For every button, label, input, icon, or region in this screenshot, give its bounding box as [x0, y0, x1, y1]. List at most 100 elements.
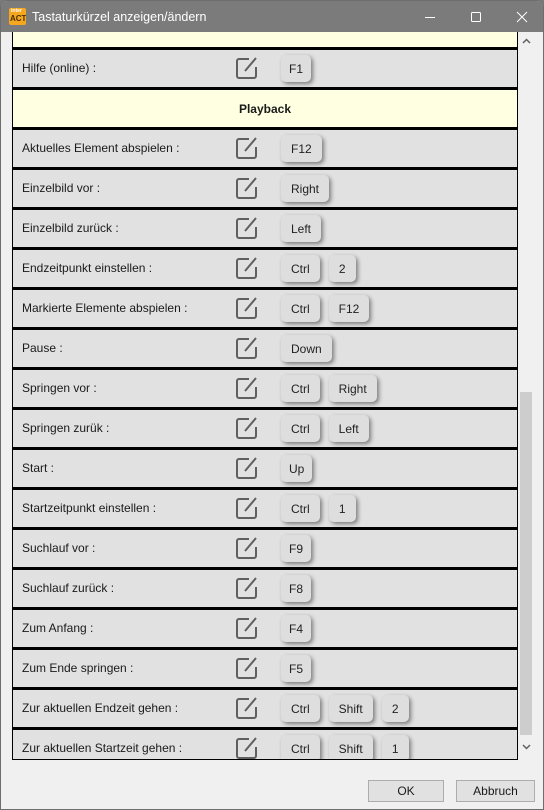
- scroll-up-button[interactable]: [518, 38, 535, 52]
- chevron-up-icon: [522, 38, 531, 44]
- key-combo: F8: [281, 575, 312, 602]
- shortcut-label: Zum Ende springen :: [22, 661, 134, 675]
- edit-icon[interactable]: [235, 536, 259, 560]
- shortcut-row: Zum Anfang : F4: [13, 610, 517, 650]
- shortcut-label: Hilfe (online) :: [22, 61, 97, 75]
- key-combo: F9: [281, 535, 312, 562]
- key-combo: F4: [281, 615, 312, 642]
- key-cap: Shift: [328, 695, 373, 722]
- close-icon: [516, 11, 528, 22]
- key-cap: Left: [328, 415, 369, 442]
- minimize-icon: [425, 16, 435, 18]
- key-cap: Ctrl: [281, 375, 320, 402]
- key-cap: F12: [281, 135, 322, 162]
- shortcut-row: Markierte Elemente abspielen : Ctrl F12: [13, 290, 517, 330]
- key-combo: Ctrl F12: [281, 295, 370, 322]
- key-combo: Ctrl Left: [281, 415, 369, 442]
- shortcut-row: Endzeitpunkt einstellen : Ctrl 2: [13, 250, 517, 290]
- shortcut-list[interactable]: Hilfe (online) : F1 Playback Aktuelles El…: [12, 32, 518, 760]
- window-title: Tastaturkürzel anzeigen/ändern: [32, 9, 207, 24]
- shortcut-label: Zur aktuellen Endzeit gehen :: [22, 701, 179, 715]
- edit-icon[interactable]: [235, 136, 259, 160]
- scroll-down-button[interactable]: [518, 744, 535, 758]
- shortcut-row: Start : Up: [13, 450, 517, 490]
- edit-icon[interactable]: [235, 496, 259, 520]
- key-cap: Up: [281, 455, 313, 482]
- cancel-button[interactable]: Abbruch: [456, 780, 535, 802]
- key-cap: Down: [281, 335, 332, 362]
- chevron-down-icon: [522, 744, 531, 750]
- key-cap: 1: [328, 495, 356, 522]
- app-icon: inter ACT: [9, 8, 26, 25]
- shortcut-row: Einzelbild zurück : Left: [13, 210, 517, 250]
- key-cap: Ctrl: [281, 695, 320, 722]
- shortcut-label: Startzeitpunkt einstellen :: [22, 501, 157, 515]
- shortcut-row: Zur aktuellen Startzeit gehen : Ctrl Shift…: [13, 730, 517, 760]
- shortcut-row: Suchlauf zurück : F8: [13, 570, 517, 610]
- vertical-scrollbar[interactable]: [518, 32, 535, 760]
- dialog-window: inter ACT Tastaturkürzel anzeigen/ändern…: [0, 0, 544, 810]
- shortcut-label: Markierte Elemente abspielen :: [22, 301, 188, 315]
- edit-icon[interactable]: [235, 416, 259, 440]
- key-cap: 2: [328, 255, 356, 282]
- shortcut-label: Start :: [22, 461, 55, 475]
- key-cap: F1: [281, 55, 312, 82]
- key-combo: Left: [281, 215, 322, 242]
- edit-icon[interactable]: [235, 736, 259, 760]
- shortcut-label: Zur aktuellen Startzeit gehen :: [22, 741, 183, 755]
- ok-button[interactable]: OK: [368, 780, 444, 802]
- section-header-partial: [13, 32, 517, 50]
- edit-icon[interactable]: [235, 336, 259, 360]
- key-combo: F12: [281, 135, 322, 162]
- scroll-thumb[interactable]: [520, 392, 532, 735]
- shortcut-label: Aktuelles Element abspielen :: [22, 141, 180, 155]
- edit-icon[interactable]: [235, 696, 259, 720]
- key-cap: Ctrl: [281, 255, 320, 282]
- shortcut-label: Einzelbild vor :: [22, 181, 101, 195]
- shortcut-label: Springen vor :: [22, 381, 97, 395]
- key-cap: Ctrl: [281, 495, 320, 522]
- key-cap: F12: [328, 295, 370, 322]
- title-bar[interactable]: inter ACT Tastaturkürzel anzeigen/ändern: [1, 1, 543, 32]
- shortcut-label: Springen zurük :: [22, 421, 110, 435]
- close-button[interactable]: [499, 1, 543, 32]
- section-header: Playback: [13, 90, 517, 130]
- key-combo: Up: [281, 455, 313, 482]
- shortcut-row: Springen vor : Ctrl Right: [13, 370, 517, 410]
- shortcut-row: Einzelbild vor : Right: [13, 170, 517, 210]
- key-combo: Ctrl Shift 1: [281, 735, 409, 759]
- key-cap: F4: [281, 615, 312, 642]
- key-combo: Ctrl Shift 2: [281, 695, 409, 722]
- shortcut-row: Springen zurük : Ctrl Left: [13, 410, 517, 450]
- edit-icon[interactable]: [235, 216, 259, 240]
- shortcut-label: Einzelbild zurück :: [22, 221, 119, 235]
- edit-icon[interactable]: [235, 456, 259, 480]
- edit-icon[interactable]: [235, 56, 259, 80]
- key-cap: 2: [381, 695, 409, 722]
- key-cap: 1: [381, 735, 409, 759]
- shortcut-label: Endzeitpunkt einstellen :: [22, 261, 153, 275]
- shortcut-row: Suchlauf vor : F9: [13, 530, 517, 570]
- key-cap: Ctrl: [281, 415, 320, 442]
- edit-icon[interactable]: [235, 656, 259, 680]
- shortcut-row: Zum Ende springen : F5: [13, 650, 517, 690]
- edit-icon[interactable]: [235, 376, 259, 400]
- maximize-button[interactable]: [453, 1, 499, 32]
- app-icon-text-bottom: ACT: [10, 14, 26, 23]
- shortcut-row: Aktuelles Element abspielen : F12: [13, 130, 517, 170]
- edit-icon[interactable]: [235, 296, 259, 320]
- shortcut-row: Zur aktuellen Endzeit gehen : Ctrl Shift 2: [13, 690, 517, 730]
- edit-icon[interactable]: [235, 256, 259, 280]
- key-cap: F9: [281, 535, 312, 562]
- shortcut-list-content: Hilfe (online) : F1 Playback Aktuelles El…: [13, 32, 517, 760]
- minimize-button[interactable]: [407, 1, 453, 32]
- shortcut-label: Pause :: [22, 341, 63, 355]
- edit-icon[interactable]: [235, 616, 259, 640]
- shortcut-label: Suchlauf vor :: [22, 541, 96, 555]
- edit-icon[interactable]: [235, 176, 259, 200]
- key-cap: Right: [328, 375, 377, 402]
- key-combo: F5: [281, 655, 312, 682]
- key-combo: Right: [281, 175, 330, 202]
- key-cap: F8: [281, 575, 312, 602]
- edit-icon[interactable]: [235, 576, 259, 600]
